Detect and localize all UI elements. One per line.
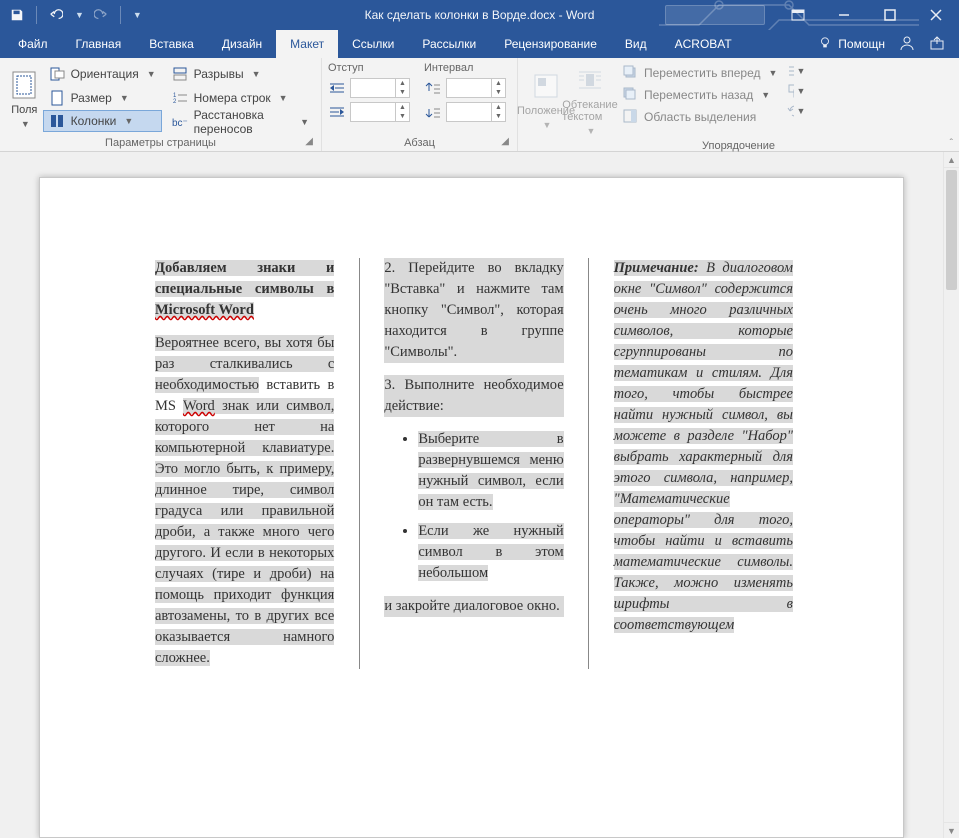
line-numbers-button[interactable]: 12 Номера строк▼ [166, 86, 315, 110]
send-backward-icon [622, 86, 638, 105]
redo-icon[interactable] [92, 8, 110, 22]
tab-references[interactable]: Ссылки [338, 30, 408, 58]
scroll-thumb[interactable] [946, 170, 957, 290]
tab-design[interactable]: Дизайн [208, 30, 276, 58]
breaks-button[interactable]: Разрывы▼ [166, 62, 315, 86]
group-page-setup: Поля ▼ Ориентация▼ Размер▼ [0, 58, 322, 151]
user-account[interactable] [665, 5, 765, 25]
send-backward-button[interactable]: Переместить назад▼ [618, 84, 781, 106]
ribbon-display-options-icon[interactable] [775, 0, 821, 30]
document-text[interactable]: Добавляем знаки и специальные символы в … [155, 258, 793, 669]
size-icon [49, 90, 65, 106]
wrap-text-icon [574, 64, 606, 96]
bring-forward-button[interactable]: Переместить вперед▼ [618, 62, 781, 84]
space-after-input[interactable]: ▲▼ [446, 102, 506, 122]
space-before-input[interactable]: ▲▼ [446, 78, 506, 98]
close-icon[interactable] [913, 0, 959, 30]
dialog-launcher-icon[interactable]: ◢ [305, 136, 313, 147]
share-icon[interactable] [929, 35, 945, 54]
scroll-down-icon[interactable]: ▼ [944, 822, 959, 838]
space-after-icon [424, 104, 442, 120]
align-icon[interactable]: ▼ [787, 62, 805, 80]
position-icon [530, 70, 562, 102]
space-before-icon [424, 80, 442, 96]
group-label-arrange: Упорядочение [702, 140, 775, 152]
size-button[interactable]: Размер▼ [43, 86, 162, 110]
ribbon-tabs: Файл Главная Вставка Дизайн Макет Ссылки… [0, 30, 959, 58]
selection-pane-button[interactable]: Область выделения [618, 106, 781, 128]
indent-label: Отступ [328, 62, 410, 76]
save-icon[interactable] [8, 8, 26, 22]
scroll-up-icon[interactable]: ▲ [944, 152, 959, 168]
tell-me[interactable]: Помощн [818, 36, 885, 53]
maximize-icon[interactable] [867, 0, 913, 30]
window-controls [655, 0, 959, 30]
margins-button[interactable]: Поля ▼ [6, 62, 43, 135]
indent-left-icon [328, 80, 346, 96]
indent-right-input[interactable]: ▲▼ [350, 102, 410, 122]
group-label-paragraph: Абзац [404, 137, 435, 149]
account-icon[interactable] [899, 35, 915, 54]
tab-file[interactable]: Файл [4, 30, 62, 58]
hyphenation-icon: bc⁻ [172, 114, 188, 130]
undo-icon[interactable] [47, 8, 65, 22]
spacing-label: Интервал [424, 62, 506, 76]
tab-acrobat[interactable]: ACROBAT [661, 30, 746, 58]
group-paragraph: Отступ ▲▼ ▲▼ [322, 58, 518, 151]
vertical-scrollbar[interactable]: ▲ ▼ [943, 152, 959, 838]
document-area: Добавляем знаки и специальные символы в … [0, 152, 959, 838]
indent-left-input[interactable]: ▲▼ [350, 78, 410, 98]
indent-right-icon [328, 104, 346, 120]
chevron-down-icon: ▼ [21, 119, 30, 129]
svg-text:bc⁻: bc⁻ [172, 118, 188, 129]
group-objects-icon[interactable]: ▼ [787, 82, 805, 100]
svg-text:2: 2 [173, 99, 177, 105]
tab-mailings[interactable]: Рассылки [408, 30, 490, 58]
breaks-icon [172, 66, 188, 82]
ribbon-layout: Поля ▼ Ориентация▼ Размер▼ [0, 58, 959, 152]
orientation-icon [49, 66, 65, 82]
tab-insert[interactable]: Вставка [135, 30, 208, 58]
orientation-button[interactable]: Ориентация▼ [43, 62, 162, 86]
qat-customize-icon[interactable]: ▼ [133, 10, 142, 20]
collapse-ribbon-icon[interactable]: ˆ [950, 138, 953, 149]
margins-icon [8, 69, 40, 101]
minimize-icon[interactable] [821, 0, 867, 30]
quick-access-toolbar: ▼ ▼ [0, 0, 150, 30]
tab-review[interactable]: Рецензирование [490, 30, 611, 58]
document-canvas[interactable]: Добавляем знаки и специальные символы в … [0, 152, 943, 838]
dialog-launcher-icon[interactable]: ◢ [501, 136, 509, 147]
columns-button[interactable]: Колонки▼ [43, 110, 162, 132]
bring-forward-icon [622, 64, 638, 83]
line-numbers-icon: 12 [172, 90, 188, 106]
tab-layout[interactable]: Макет [276, 30, 338, 58]
undo-dropdown-icon[interactable]: ▼ [75, 10, 84, 20]
rotate-icon[interactable]: ▼ [787, 102, 805, 120]
tab-view[interactable]: Вид [611, 30, 661, 58]
hyphenation-button[interactable]: bc⁻ Расстановка переносов▼ [166, 110, 315, 134]
lightbulb-icon [818, 36, 832, 53]
tab-home[interactable]: Главная [62, 30, 136, 58]
wrap-text-button[interactable]: Обтекание текстом ▼ [568, 62, 612, 138]
columns-icon [49, 113, 65, 129]
selection-pane-icon [622, 108, 638, 127]
group-label-page-setup: Параметры страницы [105, 137, 216, 149]
group-arrange: Положение ▼ Обтекание текстом ▼ Перемест… [518, 58, 959, 151]
title-bar: ▼ ▼ Как сделать колонки в Ворде.docx - W… [0, 0, 959, 30]
page: Добавляем знаки и специальные символы в … [39, 177, 904, 838]
